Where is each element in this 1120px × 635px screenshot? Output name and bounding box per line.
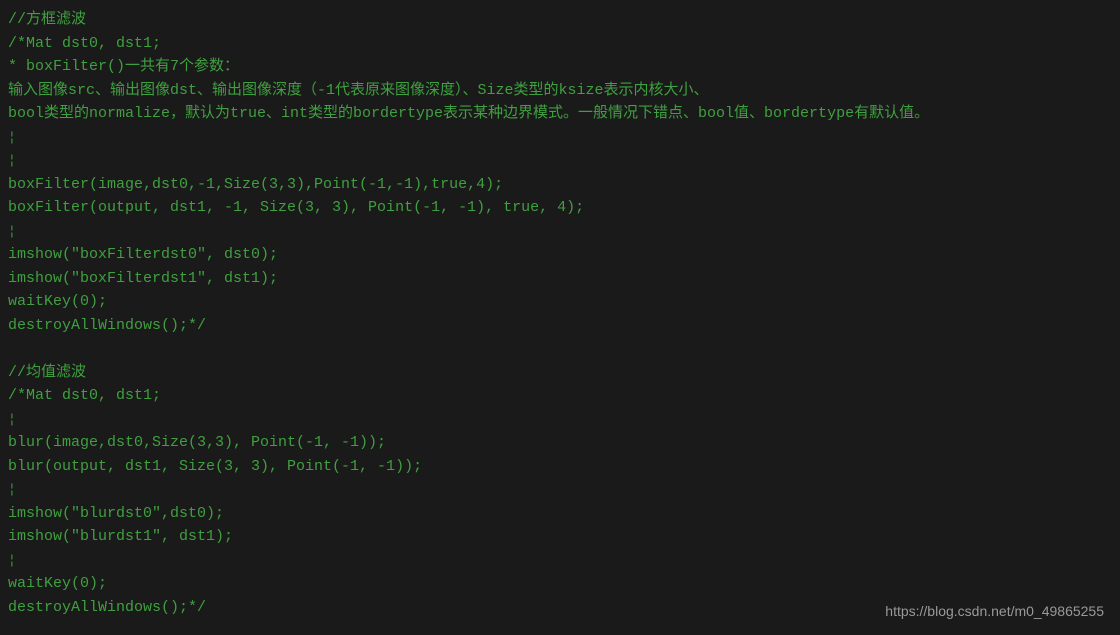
code-line[interactable]: * boxFilter()一共有7个参数：	[8, 55, 1112, 79]
code-line[interactable]: waitKey(0);	[8, 572, 1112, 596]
code-line[interactable]: //方框滤波	[8, 8, 1112, 32]
code-editor[interactable]: //方框滤波 /*Mat dst0, dst1; * boxFilter()一共…	[8, 8, 1112, 619]
code-line[interactable]: destroyAllWindows();*/	[8, 314, 1112, 338]
code-line[interactable]: waitKey(0);	[8, 290, 1112, 314]
code-line[interactable]: imshow("boxFilterdst0", dst0);	[8, 243, 1112, 267]
code-line[interactable]: imshow("blurdst1", dst1);	[8, 525, 1112, 549]
code-line[interactable]: /*Mat dst0, dst1;	[8, 32, 1112, 56]
code-line[interactable]: boxFilter(image,dst0,-1,Size(3,3),Point(…	[8, 173, 1112, 197]
code-line[interactable]: 输入图像src、输出图像dst、输出图像深度（-1代表原来图像深度）、Size类…	[8, 79, 1112, 103]
code-line[interactable]: ¦	[8, 220, 1112, 244]
code-line[interactable]: ¦	[8, 149, 1112, 173]
code-line[interactable]: imshow("blurdst0",dst0);	[8, 502, 1112, 526]
watermark: https://blog.csdn.net/m0_49865255	[885, 600, 1104, 624]
code-line[interactable]	[8, 337, 1112, 361]
code-line[interactable]: ¦	[8, 478, 1112, 502]
code-line[interactable]: ¦	[8, 126, 1112, 150]
code-line[interactable]: ¦	[8, 408, 1112, 432]
code-line[interactable]: blur(output, dst1, Size(3, 3), Point(-1,…	[8, 455, 1112, 479]
code-line[interactable]: //均值滤波	[8, 361, 1112, 385]
code-line[interactable]: ¦	[8, 549, 1112, 573]
code-line[interactable]: bool类型的normalize，默认为true、int类型的bordertyp…	[8, 102, 1112, 126]
code-line[interactable]: boxFilter(output, dst1, -1, Size(3, 3), …	[8, 196, 1112, 220]
code-line[interactable]: blur(image,dst0,Size(3,3), Point(-1, -1)…	[8, 431, 1112, 455]
code-line[interactable]: /*Mat dst0, dst1;	[8, 384, 1112, 408]
code-line[interactable]: imshow("boxFilterdst1", dst1);	[8, 267, 1112, 291]
